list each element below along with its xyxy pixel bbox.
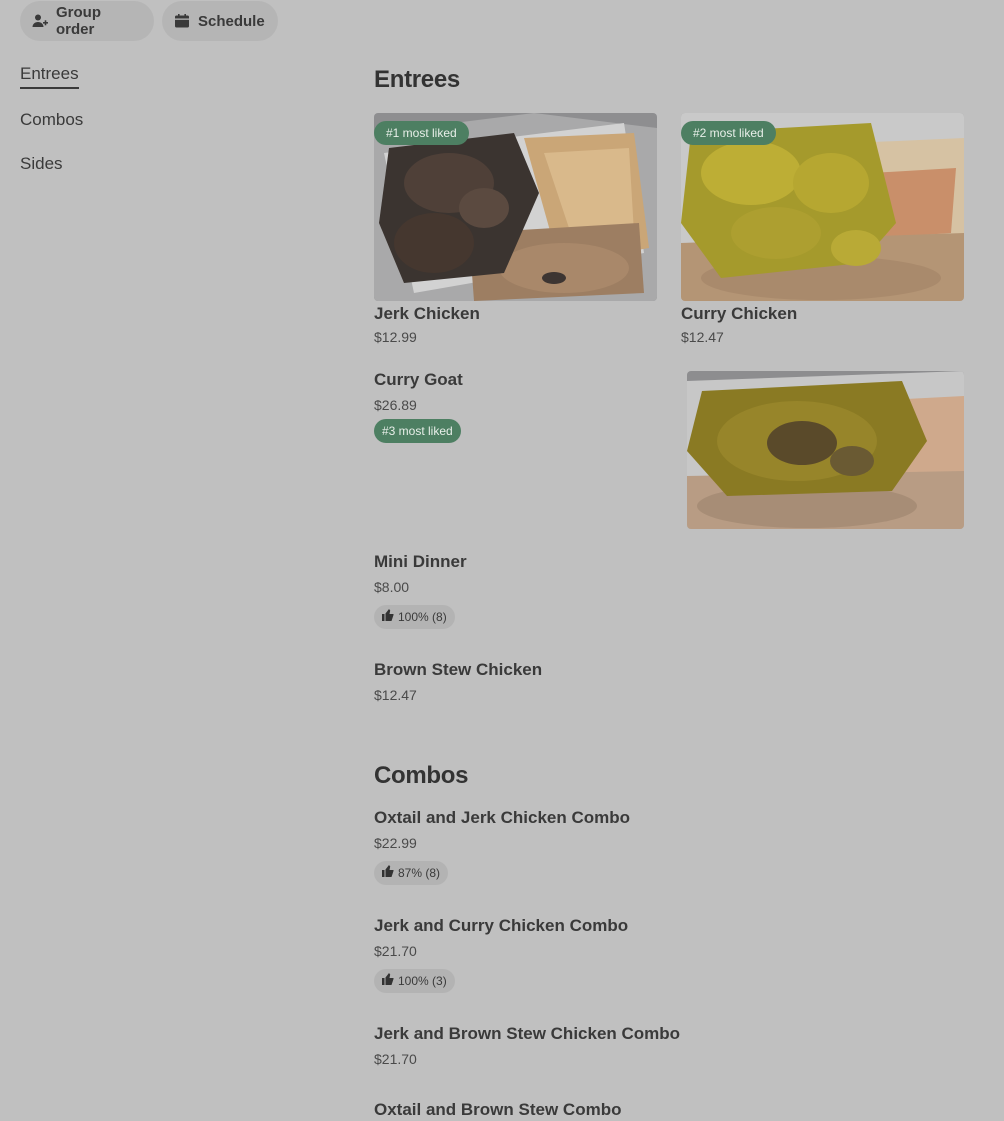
item-price-brown-stew-chicken: $12.47 (374, 687, 417, 703)
rating-text: 87% (8) (398, 866, 441, 880)
rating-chip: 100% (8) (374, 605, 455, 629)
sidebar-item-sides[interactable]: Sides (20, 154, 63, 174)
item-name-combo[interactable]: Oxtail and Brown Stew Combo (374, 1100, 621, 1120)
schedule-button[interactable]: Schedule (162, 1, 278, 41)
thumbs-up-icon (382, 861, 394, 885)
group-order-label: Group order (56, 4, 101, 38)
schedule-label: Schedule (198, 12, 265, 30)
section-title-combos: Combos (374, 762, 469, 789)
person-add-icon (32, 13, 48, 29)
item-price-curry-goat: $26.89 (374, 397, 417, 413)
item-name-curry-goat[interactable]: Curry Goat (374, 370, 463, 390)
most-liked-badge: #2 most liked (681, 121, 776, 145)
item-name-mini-dinner[interactable]: Mini Dinner (374, 552, 467, 572)
item-price-curry-chicken: $12.47 (681, 329, 724, 345)
thumbs-up-icon (382, 969, 394, 993)
item-price-combo: $21.70 (374, 943, 417, 959)
rating-text: 100% (8) (398, 610, 447, 624)
group-order-button[interactable]: Group order (20, 1, 154, 41)
calendar-icon (174, 13, 190, 29)
most-liked-badge: #3 most liked (374, 419, 461, 443)
item-name-combo[interactable]: Jerk and Brown Stew Chicken Combo (374, 1024, 680, 1044)
item-name-combo[interactable]: Jerk and Curry Chicken Combo (374, 916, 628, 936)
item-price-combo: $21.70 (374, 1051, 417, 1067)
item-price-combo: $22.99 (374, 835, 417, 851)
most-liked-badge: #1 most liked (374, 121, 469, 145)
sidebar-item-combos[interactable]: Combos (20, 110, 83, 130)
item-name-combo[interactable]: Oxtail and Jerk Chicken Combo (374, 808, 630, 828)
rating-text: 100% (3) (398, 974, 447, 988)
thumbs-up-icon (382, 605, 394, 629)
item-price-mini-dinner: $8.00 (374, 579, 410, 595)
rating-chip: 87% (8) (374, 861, 449, 885)
item-name-jerk-chicken[interactable]: Jerk Chicken (374, 304, 480, 324)
item-name-brown-stew-chicken[interactable]: Brown Stew Chicken (374, 660, 542, 680)
item-name-curry-chicken[interactable]: Curry Chicken (681, 304, 797, 324)
section-title-entrees: Entrees (374, 66, 460, 93)
item-price-jerk-chicken: $12.99 (374, 329, 417, 345)
rating-chip: 100% (3) (374, 969, 455, 993)
sidebar-item-entrees[interactable]: Entrees (20, 64, 79, 89)
curry-goat-image[interactable] (687, 371, 964, 529)
